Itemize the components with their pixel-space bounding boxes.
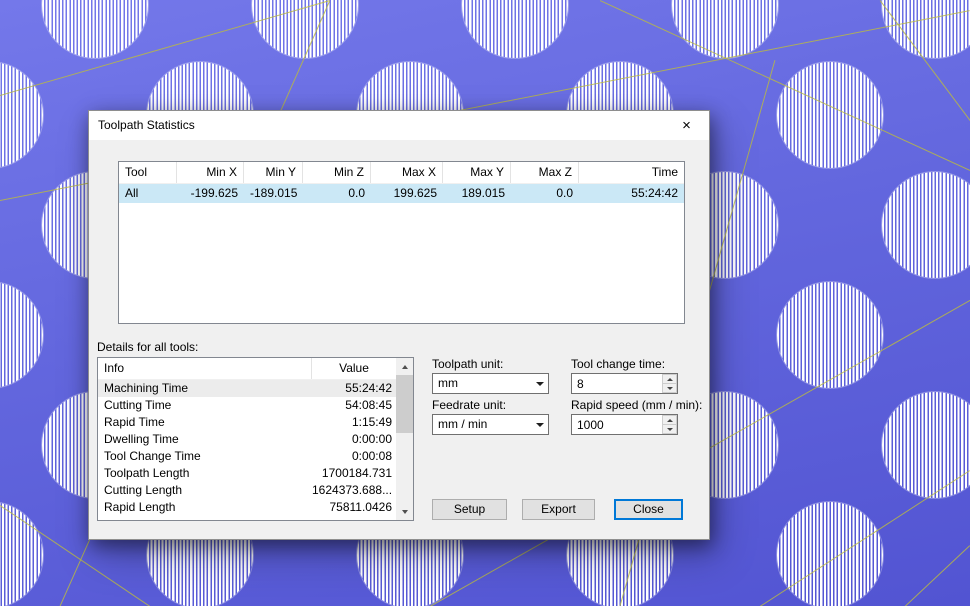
close-icon[interactable]: × (664, 111, 709, 140)
item-info: Toolpath Length (104, 466, 190, 480)
tool-change-time-input[interactable] (572, 374, 662, 393)
item-value: 75811.0426 (329, 500, 392, 514)
item-value: 1:15:49 (351, 415, 392, 429)
item-info: Machining Time (104, 381, 189, 395)
item-value: 0:00:00 (351, 432, 392, 446)
item-value: 54:08:45 (345, 398, 392, 412)
column-header-min-x[interactable]: Min X (177, 162, 244, 183)
striped-circle-shape (672, 0, 778, 58)
toolpath-statistics-dialog: Toolpath Statistics × Tool Min X Min Y M… (88, 110, 710, 540)
export-button[interactable]: Export (522, 499, 595, 520)
column-header-min-y[interactable]: Min Y (244, 162, 303, 183)
list-item[interactable]: Dwelling Time 0:00:00 (98, 431, 396, 448)
triangle-down-icon (666, 427, 673, 431)
triangle-up-icon (666, 377, 673, 381)
striped-circle-shape (882, 172, 970, 278)
column-header-max-x[interactable]: Max X (371, 162, 443, 183)
scroll-up-button[interactable] (396, 358, 413, 375)
dialog-title: Toolpath Statistics (98, 118, 195, 132)
column-header-value[interactable]: Value (312, 358, 396, 379)
column-header-max-y[interactable]: Max Y (443, 162, 511, 183)
list-item[interactable]: Rapid Time 1:15:49 (98, 414, 396, 431)
details-list-header: Info Value (98, 358, 396, 380)
toolpath-unit-label: Toolpath unit: (432, 357, 504, 371)
cell-min-x: -199.625 (190, 186, 238, 200)
rapid-speed-input[interactable] (572, 415, 662, 434)
cell-max-x: 199.625 (393, 186, 437, 200)
striped-circle-shape (0, 62, 43, 168)
striped-circle-shape (42, 0, 148, 58)
feedrate-unit-combobox[interactable]: mm / min (432, 414, 549, 435)
feedrate-unit-label: Feedrate unit: (432, 398, 507, 412)
striped-circle-shape (777, 502, 883, 606)
spinner-buttons (662, 415, 677, 434)
triangle-up-icon (666, 418, 673, 422)
striped-circle-shape (777, 282, 883, 388)
striped-circle-shape (462, 0, 568, 58)
list-item[interactable]: Tool Change Time 0:00:08 (98, 448, 396, 465)
list-item[interactable]: Cutting Length 1624373.688... (98, 482, 396, 499)
summary-table-row[interactable]: All -199.625 -189.015 0.0 199.625 189.01… (119, 184, 684, 203)
column-header-time[interactable]: Time (579, 162, 684, 183)
list-item[interactable]: Toolpath Length 1700184.731 (98, 465, 396, 482)
toolpath-unit-combobox[interactable]: mm (432, 373, 549, 394)
rapid-speed-label: Rapid speed (mm / min): (571, 398, 703, 412)
triangle-down-icon (401, 509, 408, 514)
triangle-up-icon (401, 364, 408, 369)
toolpath-unit-value: mm (438, 376, 458, 390)
spin-up-button[interactable] (662, 374, 677, 384)
list-item[interactable]: Machining Time 55:24:42 (98, 380, 396, 397)
item-info: Tool Change Time (104, 449, 201, 463)
cell-time: 55:24:42 (631, 186, 678, 200)
feedrate-unit-value: mm / min (438, 417, 488, 431)
dialog-titlebar: Toolpath Statistics × (89, 111, 709, 140)
cell-min-z: 0.0 (348, 186, 365, 200)
spin-up-button[interactable] (662, 415, 677, 425)
summary-table: Tool Min X Min Y Min Z Max X Max Y Max Z… (118, 161, 685, 324)
striped-circle-shape (777, 62, 883, 168)
cell-max-y: 189.015 (461, 186, 505, 200)
item-info: Cutting Time (104, 398, 172, 412)
column-header-tool[interactable]: Tool (119, 162, 177, 183)
item-value: 1624373.688... (312, 483, 393, 497)
cell-max-z: 0.0 (556, 186, 573, 200)
list-item[interactable]: Cutting Time 54:08:45 (98, 397, 396, 414)
item-value: 55:24:42 (345, 381, 392, 395)
close-button[interactable]: Close (614, 499, 683, 520)
summary-table-header: Tool Min X Min Y Min Z Max X Max Y Max Z… (119, 162, 684, 184)
list-item[interactable]: Rapid Length 75811.0426 (98, 499, 396, 516)
column-header-max-z[interactable]: Max Z (511, 162, 579, 183)
rapid-speed-stepper (571, 414, 678, 435)
item-info: Dwelling Time (104, 432, 179, 446)
striped-circle-shape (252, 0, 358, 58)
tool-change-time-label: Tool change time: (571, 357, 666, 371)
scrollbar[interactable] (396, 358, 413, 520)
chevron-down-icon (531, 374, 548, 393)
item-info: Cutting Length (104, 483, 183, 497)
item-value: 0:00:08 (351, 449, 392, 463)
striped-circle-shape (882, 0, 970, 58)
scrollbar-thumb[interactable] (396, 375, 413, 433)
spin-down-button[interactable] (662, 425, 677, 434)
triangle-down-icon (666, 386, 673, 390)
details-label: Details for all tools: (97, 340, 199, 354)
item-info: Rapid Time (104, 415, 165, 429)
tool-change-time-stepper (571, 373, 678, 394)
details-list: Info Value Machining Time 55:24:42 Cutti… (97, 357, 414, 521)
spinner-buttons (662, 374, 677, 393)
spin-down-button[interactable] (662, 384, 677, 393)
striped-circle-shape (882, 392, 970, 498)
striped-circle-shape (0, 502, 43, 606)
item-value: 1700184.731 (321, 466, 392, 480)
column-header-info[interactable]: Info (98, 358, 312, 379)
chevron-down-icon (531, 415, 548, 434)
setup-button[interactable]: Setup (432, 499, 507, 520)
toolpath-line-shape (904, 545, 970, 606)
cell-min-y: -189.015 (250, 186, 298, 200)
scroll-down-button[interactable] (396, 503, 413, 520)
striped-circle-shape (0, 282, 43, 388)
cell-tool: All (125, 186, 139, 200)
column-header-min-z[interactable]: Min Z (303, 162, 371, 183)
item-info: Rapid Length (104, 500, 176, 514)
